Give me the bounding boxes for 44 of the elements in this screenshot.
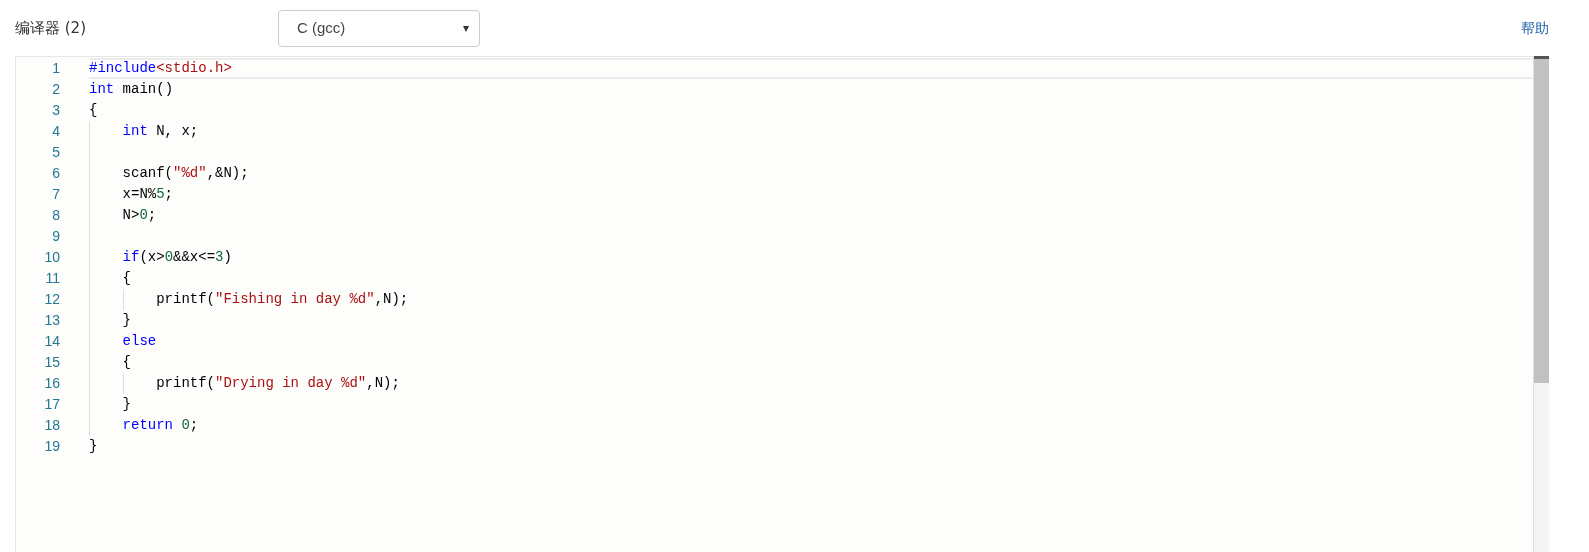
code-line: } xyxy=(122,311,131,330)
line-number: 19 xyxy=(43,437,60,456)
code-line: N>0; xyxy=(122,206,157,225)
code-line: { xyxy=(122,269,131,288)
line-number: 7 xyxy=(51,185,60,204)
code-line: printf("Drying in day %d",N); xyxy=(156,374,400,393)
line-number: 6 xyxy=(51,164,60,183)
code-line: if(x>0&&x<=3) xyxy=(122,248,232,267)
section-title: 编译器 (2) xyxy=(15,17,87,39)
line-number: 2 xyxy=(51,80,60,99)
line-number: 1 xyxy=(51,59,60,78)
line-number: 15 xyxy=(43,353,60,372)
code-line: { xyxy=(122,353,131,372)
code-line: else xyxy=(122,332,157,351)
code-line: } xyxy=(122,395,131,414)
code-line: x=N%5; xyxy=(122,185,173,204)
caret-icon: ▾ xyxy=(463,19,469,37)
help-link[interactable]: 帮助 xyxy=(1521,17,1549,39)
line-number: 3 xyxy=(51,101,60,120)
code-editor[interactable] xyxy=(15,56,1533,552)
line-number: 9 xyxy=(51,227,60,246)
line-number: 17 xyxy=(43,395,60,414)
line-number: 8 xyxy=(51,206,60,225)
line-number: 18 xyxy=(43,416,60,435)
language-select[interactable]: C (gcc) ▾ xyxy=(278,9,480,47)
line-number: 13 xyxy=(43,311,60,330)
code-line: return 0; xyxy=(122,416,199,435)
line-number: 4 xyxy=(51,122,60,141)
line-number: 10 xyxy=(43,248,60,267)
code-line: int N, x; xyxy=(122,122,199,141)
line-number: 14 xyxy=(43,332,60,351)
scrollbar-thumb[interactable] xyxy=(1534,56,1549,383)
code-line: scanf("%d",&N); xyxy=(122,164,249,183)
line-number: 5 xyxy=(51,143,60,162)
line-number: 11 xyxy=(44,269,60,288)
code-line: { xyxy=(89,101,98,120)
code-line: } xyxy=(89,437,98,456)
line-number: 16 xyxy=(43,374,60,393)
code-line: printf("Fishing in day %d",N); xyxy=(156,290,409,309)
code-line: #include<stdio.h> xyxy=(89,59,232,78)
code-line: int main() xyxy=(89,80,174,99)
indent-guide xyxy=(122,373,124,394)
line-number: 12 xyxy=(43,290,60,309)
indent-guide xyxy=(122,289,124,310)
